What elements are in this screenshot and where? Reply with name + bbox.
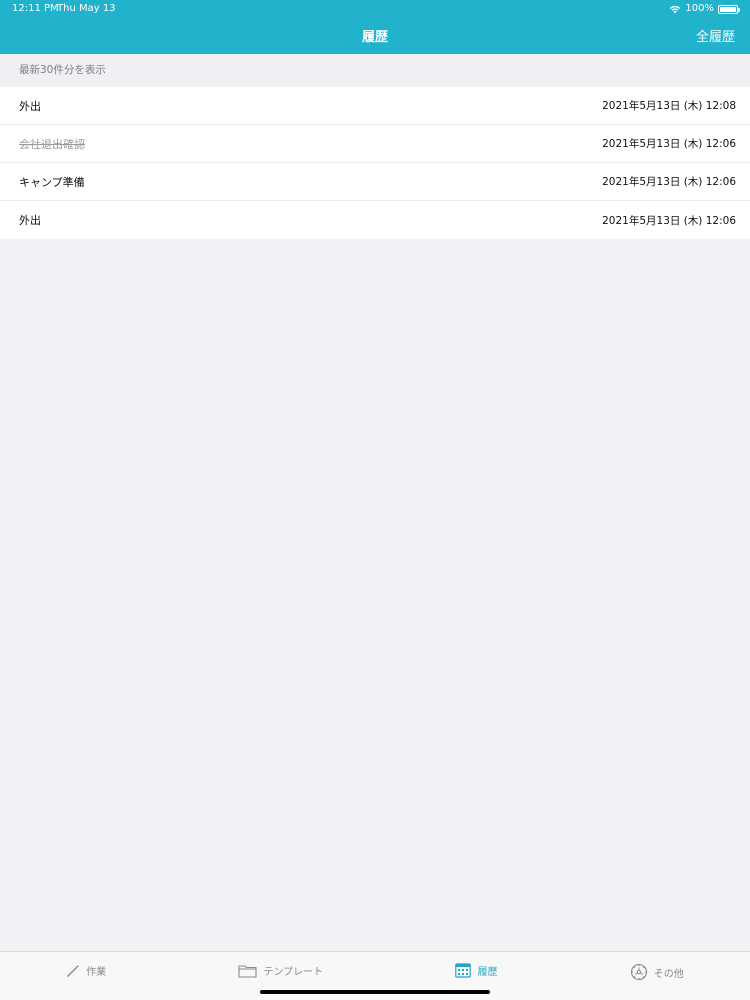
battery-percent: 100% [685, 3, 714, 14]
history-title: キャンプ準備 [19, 175, 85, 189]
home-indicator [260, 990, 490, 994]
history-row[interactable]: 会社退出確認 2021年5月13日 (木) 12:06 [0, 125, 750, 163]
folder-icon [238, 964, 258, 978]
status-date: Thu May 13 [57, 3, 116, 14]
status-time: 12:11 PM [12, 3, 59, 14]
history-timestamp: 2021年5月13日 (木) 12:08 [602, 100, 736, 112]
history-row[interactable]: キャンプ準備 2021年5月13日 (木) 12:06 [0, 163, 750, 201]
tab-label: テンプレート [263, 967, 324, 978]
tab-label: 作業 [86, 967, 107, 978]
wifi-icon [670, 5, 681, 13]
tab-template[interactable]: テンプレート [238, 963, 323, 978]
tab-label: 履歴 [477, 967, 498, 978]
history-row[interactable]: 外出 2021年5月13日 (木) 12:08 [0, 87, 750, 125]
tab-other[interactable]: その他 [630, 963, 684, 981]
history-timestamp: 2021年5月13日 (木) 12:06 [602, 176, 736, 188]
history-list: 外出 2021年5月13日 (木) 12:08 会社退出確認 2021年5月13… [0, 87, 750, 239]
navigation-bar: 12:11 PM Thu May 13 100% 履歴 全履歴 [0, 0, 750, 54]
history-row[interactable]: 外出 2021年5月13日 (木) 12:06 [0, 201, 750, 239]
status-right: 100% [669, 0, 740, 18]
pencil-icon [67, 964, 79, 977]
all-history-button[interactable]: 全履歴 [696, 26, 735, 45]
calendar-icon [455, 963, 472, 978]
history-timestamp: 2021年5月13日 (木) 12:06 [602, 214, 736, 227]
battery-icon [718, 4, 740, 14]
app-screen: 12:11 PM Thu May 13 100% 履歴 全履歴 最新30件分を表… [0, 0, 750, 1000]
tab-history[interactable]: 履歴 [455, 963, 497, 978]
history-timestamp: 2021年5月13日 (木) 12:06 [602, 138, 736, 150]
tab-label: その他 [653, 968, 684, 980]
history-title: 会社退出確認 [19, 137, 85, 151]
history-title: 外出 [19, 214, 41, 227]
page-title: 履歴 [361, 30, 388, 45]
status-bar: 12:11 PM Thu May 13 100% [0, 0, 750, 18]
tab-work[interactable]: 作業 [66, 963, 106, 978]
section-header: 最新30件分を表示 [0, 54, 750, 87]
gear-icon [630, 963, 647, 981]
history-title: 外出 [19, 99, 41, 113]
